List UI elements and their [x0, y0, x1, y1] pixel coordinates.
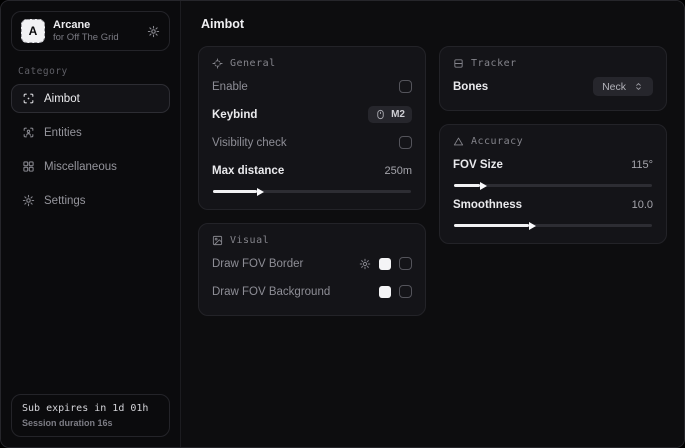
smoothness-slider-fill[interactable]: [454, 224, 529, 227]
sidebar-item-aimbot[interactable]: Aimbot: [11, 84, 170, 113]
visibility-check-row: Visibility check: [212, 132, 412, 153]
max-distance-slider[interactable]: [213, 190, 411, 193]
fov-size-slider[interactable]: [454, 184, 652, 187]
sidebar-item-label: Entities: [44, 127, 82, 139]
panel-title: Tracker: [471, 58, 517, 69]
panels-area: General Enable Keybind: [181, 44, 684, 318]
bones-label: Bones: [453, 81, 488, 93]
brand-name: Arcane: [53, 19, 119, 31]
subscription-card: Sub expires in 1d 01h Session duration 1…: [11, 394, 170, 437]
keybind-label: Keybind: [212, 109, 257, 121]
fov-background-color-swatch[interactable]: [379, 286, 391, 298]
panel-general-header: General: [212, 58, 412, 69]
bones-select[interactable]: Neck: [593, 77, 653, 96]
brand-subtitle: for Off The Grid: [53, 32, 119, 43]
crosshair-scan-icon: [22, 92, 35, 105]
max-distance-row: Max distance 250m: [212, 160, 412, 181]
category-label: Category: [18, 66, 163, 77]
person-scan-icon: [22, 126, 35, 139]
fov-border-checkbox[interactable]: [399, 257, 412, 270]
fov-border-label: Draw FOV Border: [212, 258, 303, 270]
fov-background-row: Draw FOV Background: [212, 281, 412, 302]
keybind-button[interactable]: M2: [368, 106, 412, 123]
sidebar-item-label: Settings: [44, 195, 86, 207]
enable-row: Enable: [212, 76, 412, 97]
sidebar-item-settings[interactable]: Settings: [11, 186, 170, 215]
scan-line-icon: [453, 58, 464, 69]
brand-logo-letter: A: [29, 24, 38, 38]
smoothness-row: Smoothness 10.0: [453, 194, 653, 215]
brand-logo: A: [21, 19, 45, 43]
triangle-icon: [453, 136, 464, 147]
main-header: Aimbot: [181, 1, 684, 44]
gear-icon[interactable]: [359, 258, 371, 270]
panel-visual-header: Visual: [212, 235, 412, 246]
fov-background-checkbox[interactable]: [399, 285, 412, 298]
main-content: Aimbot General: [181, 1, 684, 447]
sidebar-item-entities[interactable]: Entities: [11, 118, 170, 147]
sidebar-item-miscellaneous[interactable]: Miscellaneous: [11, 152, 170, 181]
app-window: A Arcane for Off The Grid Category: [0, 0, 685, 448]
right-column: Tracker Bones Neck: [439, 46, 667, 244]
panel-tracker: Tracker Bones Neck: [439, 46, 667, 111]
left-column: General Enable Keybind: [198, 46, 426, 316]
fov-background-label: Draw FOV Background: [212, 286, 330, 298]
max-distance-value: 250m: [384, 165, 412, 177]
smoothness-label: Smoothness: [453, 199, 522, 211]
fov-size-slider-fill[interactable]: [454, 184, 480, 187]
keybind-value: M2: [391, 109, 405, 120]
image-icon: [212, 235, 223, 246]
chevrons-up-down-icon: [633, 81, 644, 92]
brand-text: Arcane for Off The Grid: [53, 19, 119, 43]
smoothness-value: 10.0: [632, 199, 653, 211]
fov-size-value: 115°: [631, 159, 653, 171]
smoothness-slider[interactable]: [454, 224, 652, 227]
max-distance-slider-fill[interactable]: [213, 190, 257, 193]
panel-general: General Enable Keybind: [198, 46, 426, 210]
gear-icon[interactable]: [147, 25, 160, 38]
sidebar-item-label: Miscellaneous: [44, 161, 117, 173]
grid-icon: [22, 160, 35, 173]
panel-title: Accuracy: [471, 136, 523, 147]
enable-label: Enable: [212, 81, 248, 93]
enable-checkbox[interactable]: [399, 80, 412, 93]
bones-selected-value: Neck: [602, 81, 626, 93]
fov-border-color-swatch[interactable]: [379, 258, 391, 270]
fov-border-controls: [359, 257, 412, 270]
fov-size-row: FOV Size 115°: [453, 154, 653, 175]
fov-size-label: FOV Size: [453, 159, 503, 171]
visibility-check-label: Visibility check: [212, 137, 287, 149]
crosshair-icon: [212, 58, 223, 69]
panel-title: Visual: [230, 235, 269, 246]
sidebar: A Arcane for Off The Grid Category: [1, 1, 181, 447]
visibility-check-checkbox[interactable]: [399, 136, 412, 149]
bones-row: Bones Neck: [453, 76, 653, 97]
brand-card: A Arcane for Off The Grid: [11, 11, 170, 51]
fov-border-row: Draw FOV Border: [212, 253, 412, 274]
panel-visual: Visual Draw FOV Border: [198, 223, 426, 316]
panel-accuracy: Accuracy FOV Size 115° Smoothness 10.0: [439, 124, 667, 244]
mouse-icon: [375, 109, 386, 120]
panel-tracker-header: Tracker: [453, 58, 653, 69]
fov-background-controls: [379, 285, 412, 298]
gear-icon: [22, 194, 35, 207]
page-title: Aimbot: [201, 17, 244, 31]
keybind-row: Keybind M2: [212, 104, 412, 125]
panel-title: General: [230, 58, 276, 69]
max-distance-label: Max distance: [212, 165, 284, 177]
session-duration: Session duration 16s: [22, 418, 159, 428]
subscription-expiry: Sub expires in 1d 01h: [22, 403, 159, 414]
panel-accuracy-header: Accuracy: [453, 136, 653, 147]
sidebar-item-label: Aimbot: [44, 93, 80, 105]
